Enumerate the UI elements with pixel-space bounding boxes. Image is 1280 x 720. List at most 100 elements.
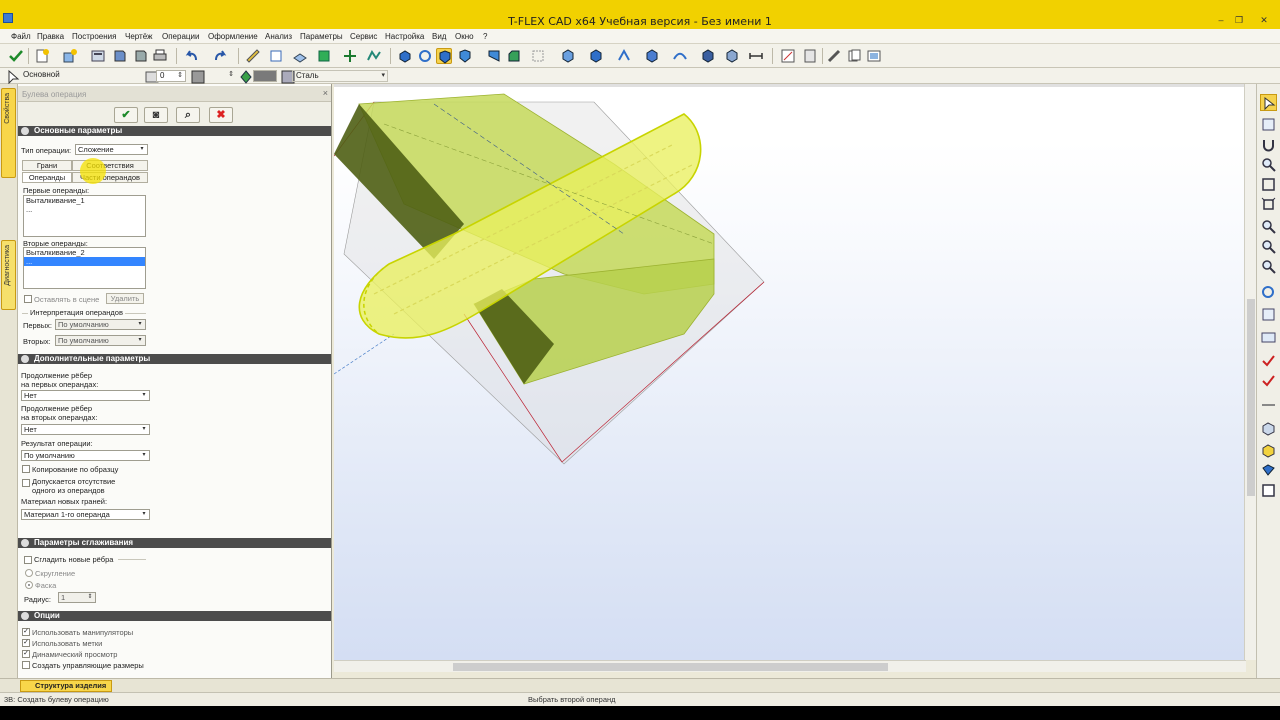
shell-icon[interactable] [530, 48, 546, 64]
priority-field[interactable]: ⇕ [204, 70, 236, 82]
op-type-select[interactable]: Сложение ▾ [75, 144, 148, 155]
find-button[interactable]: ⌕ [176, 107, 200, 123]
panel-close-icon[interactable]: × [323, 88, 328, 98]
use-manipulators-checkbox[interactable]: ✓ [22, 628, 30, 636]
zoom-out-icon[interactable] [1260, 238, 1277, 255]
redo-icon[interactable] [212, 48, 228, 64]
section-main-params[interactable]: Основные параметры [18, 126, 331, 136]
chamfer-radio[interactable] [25, 581, 33, 589]
color-icon[interactable] [238, 69, 252, 84]
magnet-icon[interactable] [1260, 136, 1277, 153]
3d-viewport[interactable] [334, 84, 1256, 660]
radius-stepper[interactable]: 1 ⇕ [58, 592, 96, 603]
copy-icon[interactable] [846, 48, 862, 64]
material-dropdown-icon[interactable]: ▾ [381, 71, 385, 81]
create-dims-checkbox[interactable] [22, 661, 30, 669]
menu-settings[interactable]: Настройка [385, 32, 424, 41]
fillet-icon[interactable] [486, 48, 502, 64]
list-item[interactable]: ... [24, 205, 145, 214]
stepper-icon[interactable]: ⇕ [86, 593, 94, 602]
show-hide-icon[interactable] [1260, 116, 1277, 133]
menu-construct[interactable]: Построения [72, 32, 116, 41]
window-icon[interactable] [866, 48, 882, 64]
node-3d-icon[interactable] [316, 48, 332, 64]
dynamic-preview-checkbox[interactable]: ✓ [22, 650, 30, 658]
new-model-icon[interactable] [62, 48, 78, 64]
cube-view-icon[interactable] [1260, 420, 1277, 437]
second-interp-select[interactable]: По умолчанию ▾ [55, 335, 146, 346]
menu-window[interactable]: Окно [455, 32, 474, 41]
variables-icon[interactable] [802, 48, 818, 64]
menu-parameters[interactable]: Параметры [300, 32, 343, 41]
boolean-icon[interactable] [436, 48, 452, 64]
menu-operations[interactable]: Операции [162, 32, 199, 41]
loft-icon[interactable] [457, 48, 473, 64]
menu-edit[interactable]: Правка [37, 32, 64, 41]
window-frame-icon[interactable] [1260, 482, 1277, 499]
workplane-icon[interactable] [292, 48, 308, 64]
measure-icon[interactable] [245, 48, 261, 64]
smooth-edges-checkbox[interactable] [24, 556, 32, 564]
menu-service[interactable]: Сервис [350, 32, 377, 41]
minimize-button[interactable]: – [1213, 14, 1229, 26]
print-icon[interactable] [152, 48, 168, 64]
menu-help[interactable]: ? [483, 32, 487, 41]
save-as-icon[interactable] [133, 48, 149, 64]
render-icon[interactable] [1260, 462, 1277, 479]
confirm-icon[interactable] [8, 48, 24, 64]
collapse-icon[interactable] [21, 612, 29, 620]
collapse-icon[interactable] [21, 127, 29, 135]
horizontal-scrollbar[interactable] [334, 660, 1246, 672]
open-icon[interactable] [90, 48, 106, 64]
zoom-window-icon[interactable] [1260, 176, 1277, 193]
tab-operands[interactable]: Операнды [22, 172, 72, 183]
mirror-icon[interactable] [616, 48, 632, 64]
ok-button[interactable]: ✔ [114, 107, 138, 123]
ext-first-select[interactable]: Нет ▾ [21, 390, 150, 401]
zoom-icon[interactable] [1260, 156, 1277, 173]
tab-properties[interactable]: Свойства [1, 88, 16, 178]
close-window-button[interactable]: ✕ [1256, 14, 1272, 26]
material-select[interactable]: Материал 1-го операнда ▾ [21, 509, 150, 520]
priority-stepper-icon[interactable]: ⇕ [228, 70, 234, 80]
view-params-icon[interactable] [780, 48, 796, 64]
list-item-selected[interactable]: ... [24, 257, 145, 266]
tab-faces[interactable]: Грани [22, 160, 72, 171]
link-icon[interactable] [826, 48, 842, 64]
section-icon[interactable] [700, 48, 716, 64]
cancel-button[interactable]: ✖ [209, 107, 233, 123]
level-stepper-icon[interactable]: ⇕ [177, 71, 183, 81]
list-item[interactable]: Выталкивание_1 [24, 196, 145, 205]
zoom-all-icon[interactable] [1260, 258, 1277, 275]
color-swatch[interactable] [253, 70, 277, 82]
layer-field[interactable]: Основной [20, 70, 140, 82]
sketch-icon[interactable] [268, 48, 284, 64]
fit-view-icon[interactable] [1260, 196, 1277, 213]
menu-design[interactable]: Оформление [208, 32, 258, 41]
collapse-icon[interactable] [21, 539, 29, 547]
first-interp-select[interactable]: По умолчанию ▾ [55, 319, 146, 330]
maximize-button[interactable]: ❐ [1231, 14, 1247, 26]
array-icon[interactable] [644, 48, 660, 64]
surface-icon[interactable] [672, 48, 688, 64]
extrude-icon[interactable] [397, 48, 413, 64]
thread-icon[interactable] [560, 48, 576, 64]
result-select[interactable]: По умолчанию ▾ [21, 450, 150, 461]
section-smoothing[interactable]: Параметры сглаживания [18, 538, 331, 548]
keep-in-scene-checkbox[interactable] [24, 295, 32, 303]
second-operands-list[interactable]: Выталкивание_2 ... [23, 247, 146, 289]
verify-icon[interactable] [1260, 372, 1277, 389]
new-file-icon[interactable] [34, 48, 50, 64]
collapse-icon[interactable] [21, 355, 29, 363]
shaded-view-icon[interactable] [1260, 442, 1277, 459]
vertical-scrollbar[interactable] [1244, 84, 1256, 660]
use-marks-checkbox[interactable]: ✓ [22, 639, 30, 647]
preview-button[interactable]: ◙ [144, 107, 168, 123]
menu-drawing[interactable]: Чертёж [125, 32, 153, 41]
pointer-icon[interactable] [6, 69, 20, 85]
material-field[interactable]: Сталь ▾ [292, 70, 388, 82]
select-filter-icon[interactable] [1260, 94, 1277, 111]
zoom-in-icon[interactable] [1260, 218, 1277, 235]
level-field[interactable]: 0 ⇕ [156, 70, 186, 82]
cut-icon[interactable] [588, 48, 604, 64]
